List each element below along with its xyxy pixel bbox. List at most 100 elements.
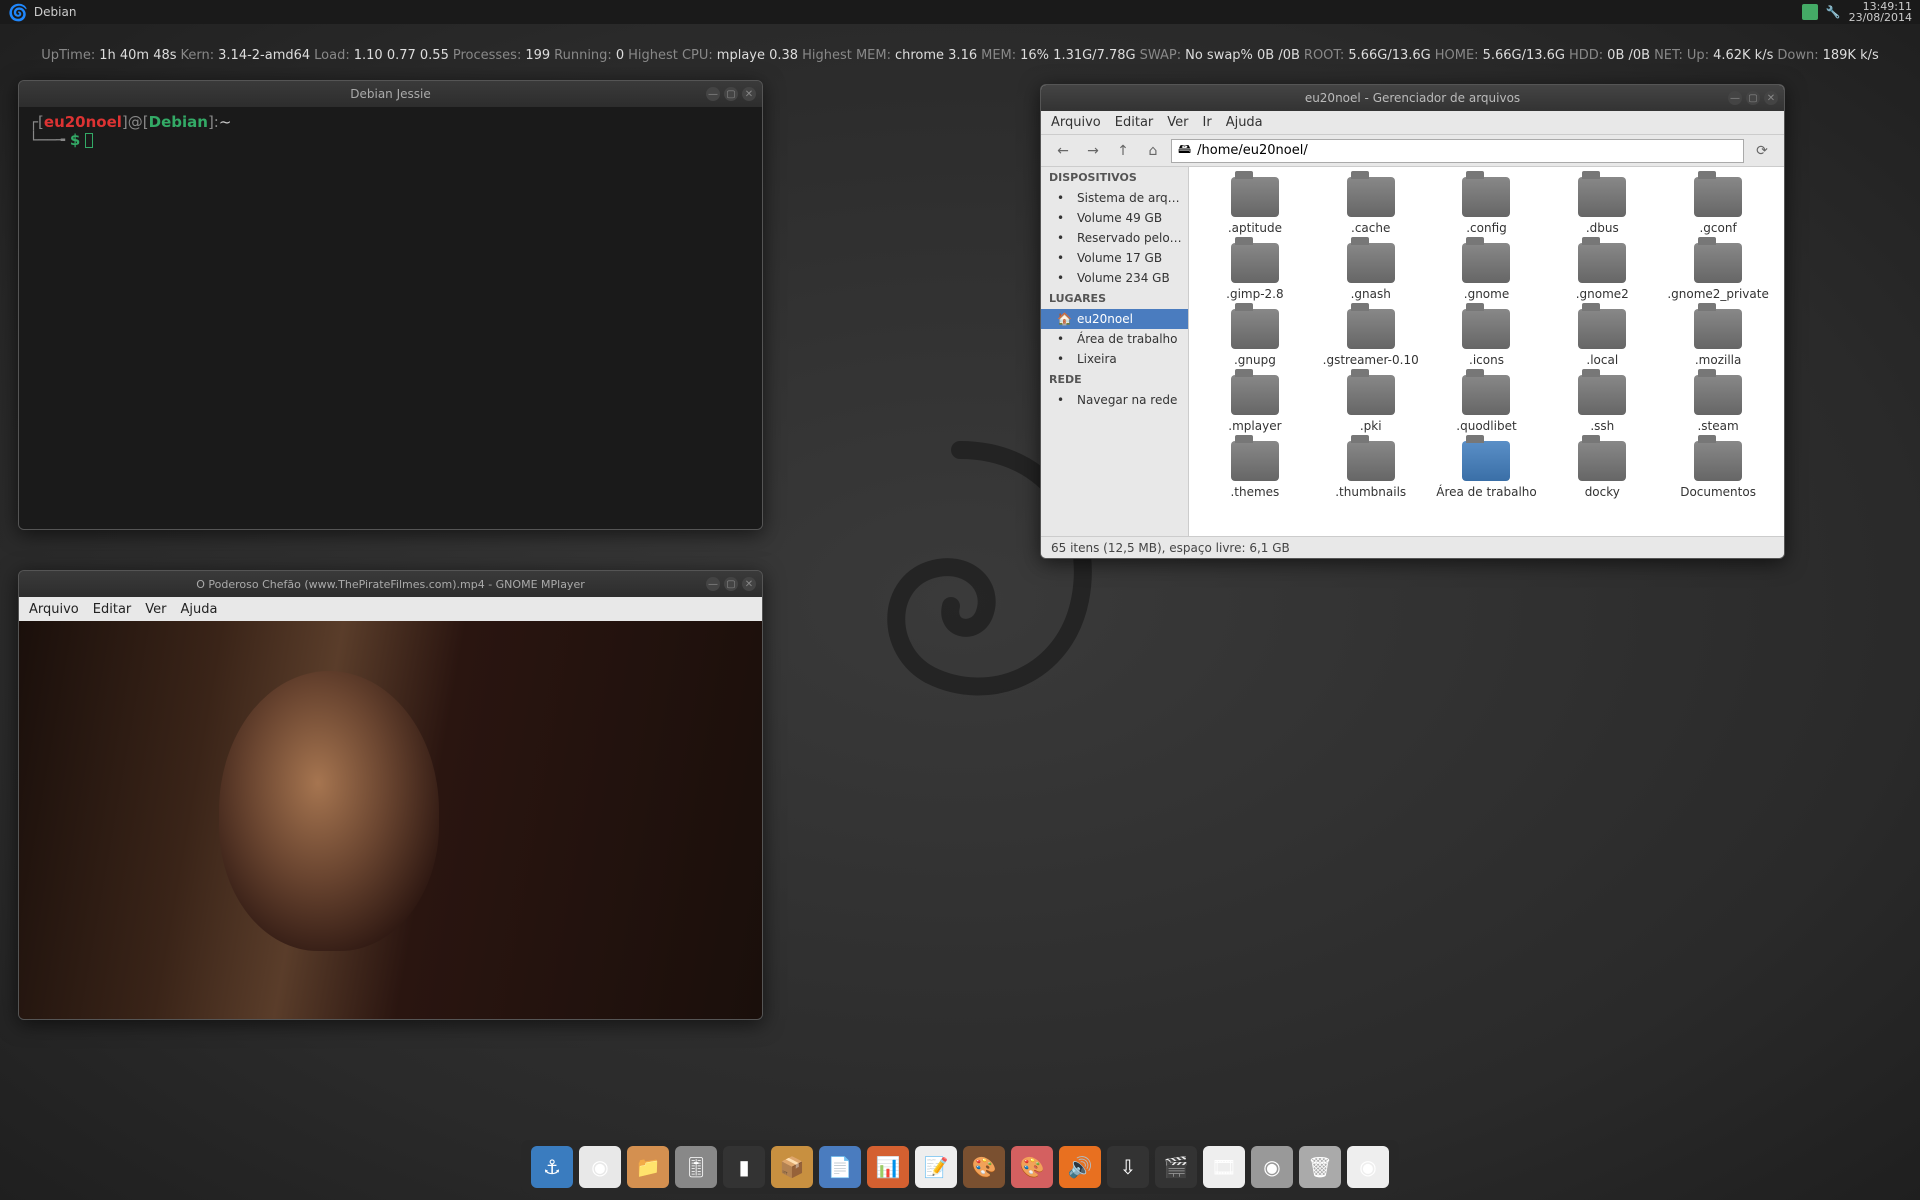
folder-item[interactable]: .gstreamer-0.10 (1315, 309, 1427, 367)
sidebar-item[interactable]: •Volume 234 GB (1041, 268, 1188, 288)
folder-icon (1694, 177, 1742, 217)
folder-item[interactable]: Área de trabalho (1431, 441, 1543, 499)
folder-item[interactable]: .aptitude (1199, 177, 1311, 235)
tray-icon[interactable] (1802, 4, 1818, 20)
menu-arquivo[interactable]: Arquivo (1051, 115, 1101, 130)
folder-item[interactable]: .gnome2 (1546, 243, 1658, 301)
folder-icon (1231, 309, 1279, 349)
menu-ver[interactable]: Ver (1167, 115, 1188, 130)
dock-app-steam[interactable]: ◉ (1251, 1146, 1293, 1188)
dock-app-chrome[interactable]: ◉ (579, 1146, 621, 1188)
folder-item[interactable]: .dbus (1546, 177, 1658, 235)
video-area[interactable] (19, 621, 762, 1019)
folder-item[interactable]: .gnome2_private (1662, 243, 1774, 301)
folder-item[interactable]: .themes (1199, 441, 1311, 499)
sidebar-item[interactable]: •Área de trabalho (1041, 329, 1188, 349)
folder-item[interactable]: .steam (1662, 375, 1774, 433)
dock-app-writer[interactable]: 📄 (819, 1146, 861, 1188)
fm-titlebar[interactable]: eu20noel - Gerenciador de arquivos — ▢ ✕ (1041, 85, 1784, 111)
folder-item[interactable]: .gnupg (1199, 309, 1311, 367)
dock-app-palette[interactable]: 🎨 (1011, 1146, 1053, 1188)
sidebar-item[interactable]: •Navegar na rede (1041, 390, 1188, 410)
folder-item[interactable]: .gnome (1431, 243, 1543, 301)
up-button[interactable]: ↑ (1111, 139, 1135, 163)
back-button[interactable]: ← (1051, 139, 1075, 163)
maximize-button[interactable]: ▢ (724, 87, 738, 101)
folder-item[interactable]: .ssh (1546, 375, 1658, 433)
dock-app-gimp[interactable]: 🎨 (963, 1146, 1005, 1188)
menu-ver[interactable]: Ver (145, 602, 166, 617)
minimize-button[interactable]: — (706, 87, 720, 101)
close-button[interactable]: ✕ (742, 577, 756, 591)
folder-label: .local (1546, 353, 1658, 367)
dock-app-transmission[interactable]: ⇩ (1107, 1146, 1149, 1188)
folder-item[interactable]: .gconf (1662, 177, 1774, 235)
sidebar-item[interactable]: •Sistema de arq… (1041, 188, 1188, 208)
menu-arquivo[interactable]: Arquivo (29, 602, 79, 617)
folder-item[interactable]: .mozilla (1662, 309, 1774, 367)
folder-label: .gnome2 (1546, 287, 1658, 301)
dock-app-terminal[interactable]: ▮ (723, 1146, 765, 1188)
sidebar-item[interactable]: •Volume 17 GB (1041, 248, 1188, 268)
folder-item[interactable]: .gnash (1315, 243, 1427, 301)
dock-app-clip[interactable]: 🎞 (1203, 1146, 1245, 1188)
menu-editar[interactable]: Editar (1115, 115, 1154, 130)
folder-item[interactable]: Documentos (1662, 441, 1774, 499)
folder-item[interactable]: .pki (1315, 375, 1427, 433)
maximize-button[interactable]: ▢ (1746, 91, 1760, 105)
terminal-body[interactable]: ┌[eu20noel]@[Debian]:~ └──╼ $ (19, 107, 762, 529)
folder-icon (1578, 309, 1626, 349)
wrench-icon[interactable]: 🔧 (1826, 5, 1841, 19)
folder-icon (1462, 309, 1510, 349)
refresh-button[interactable]: ⟳ (1750, 139, 1774, 163)
menu-ajuda[interactable]: Ajuda (181, 602, 218, 617)
clock[interactable]: 13:49:11 23/08/2014 (1849, 1, 1912, 23)
mplayer-titlebar[interactable]: O Poderoso Chefão (www.ThePirateFilmes.c… (19, 571, 762, 597)
dock-app-archive[interactable]: 📦 (771, 1146, 813, 1188)
sysinfo-bar: UpTime:1h 40m 48s Kern:3.14-2-amd64 Load… (41, 48, 1879, 63)
distro-label[interactable]: Debian (34, 5, 77, 19)
menu-ajuda[interactable]: Ajuda (1226, 115, 1263, 130)
dock-app-rhythmbox[interactable]: 🔊 (1059, 1146, 1101, 1188)
path-input[interactable]: 🖴 /home/eu20noel/ (1171, 139, 1744, 163)
terminal-title: Debian Jessie (350, 87, 431, 101)
dock-app-impress[interactable]: 📊 (867, 1146, 909, 1188)
folder-item[interactable]: .cache (1315, 177, 1427, 235)
dock-app-chromium[interactable]: ◉ (1347, 1146, 1389, 1188)
folder-item[interactable]: .icons (1431, 309, 1543, 367)
dock-app-anchor[interactable]: ⚓ (531, 1146, 573, 1188)
menu-editar[interactable]: Editar (93, 602, 132, 617)
sidebar-item[interactable]: •Reservado pelo… (1041, 228, 1188, 248)
mplayer-window[interactable]: O Poderoso Chefão (www.ThePirateFilmes.c… (18, 570, 763, 1020)
minimize-button[interactable]: — (1728, 91, 1742, 105)
menu-ir[interactable]: Ir (1203, 115, 1212, 130)
close-button[interactable]: ✕ (1764, 91, 1778, 105)
place-icon: • (1057, 393, 1071, 407)
minimize-button[interactable]: — (706, 577, 720, 591)
sidebar-item[interactable]: •Lixeira (1041, 349, 1188, 369)
place-icon: • (1057, 332, 1071, 346)
terminal-window[interactable]: Debian Jessie — ▢ ✕ ┌[eu20noel]@[Debian]… (18, 80, 763, 530)
sidebar-item[interactable]: 🏠eu20noel (1041, 309, 1188, 329)
close-button[interactable]: ✕ (742, 87, 756, 101)
forward-button[interactable]: → (1081, 139, 1105, 163)
sidebar-item[interactable]: •Volume 49 GB (1041, 208, 1188, 228)
dock-app-files[interactable]: 📁 (627, 1146, 669, 1188)
dock-app-video[interactable]: 🎬 (1155, 1146, 1197, 1188)
terminal-titlebar[interactable]: Debian Jessie — ▢ ✕ (19, 81, 762, 107)
folder-item[interactable]: .config (1431, 177, 1543, 235)
dock-app-notes[interactable]: 📝 (915, 1146, 957, 1188)
folder-item[interactable]: .local (1546, 309, 1658, 367)
fm-iconview[interactable]: .aptitude.cache.config.dbus.gconf .gimp-2… (1189, 167, 1784, 536)
dock-app-trash[interactable]: 🗑 (1299, 1146, 1341, 1188)
folder-item[interactable]: .thumbnails (1315, 441, 1427, 499)
file-manager-window[interactable]: eu20noel - Gerenciador de arquivos — ▢ ✕… (1040, 84, 1785, 559)
maximize-button[interactable]: ▢ (724, 577, 738, 591)
cursor-icon (85, 133, 93, 148)
folder-item[interactable]: .gimp-2.8 (1199, 243, 1311, 301)
folder-item[interactable]: docky (1546, 441, 1658, 499)
dock-app-mixer[interactable]: 🎚 (675, 1146, 717, 1188)
folder-item[interactable]: .mplayer (1199, 375, 1311, 433)
folder-item[interactable]: .quodlibet (1431, 375, 1543, 433)
home-button[interactable]: ⌂ (1141, 139, 1165, 163)
